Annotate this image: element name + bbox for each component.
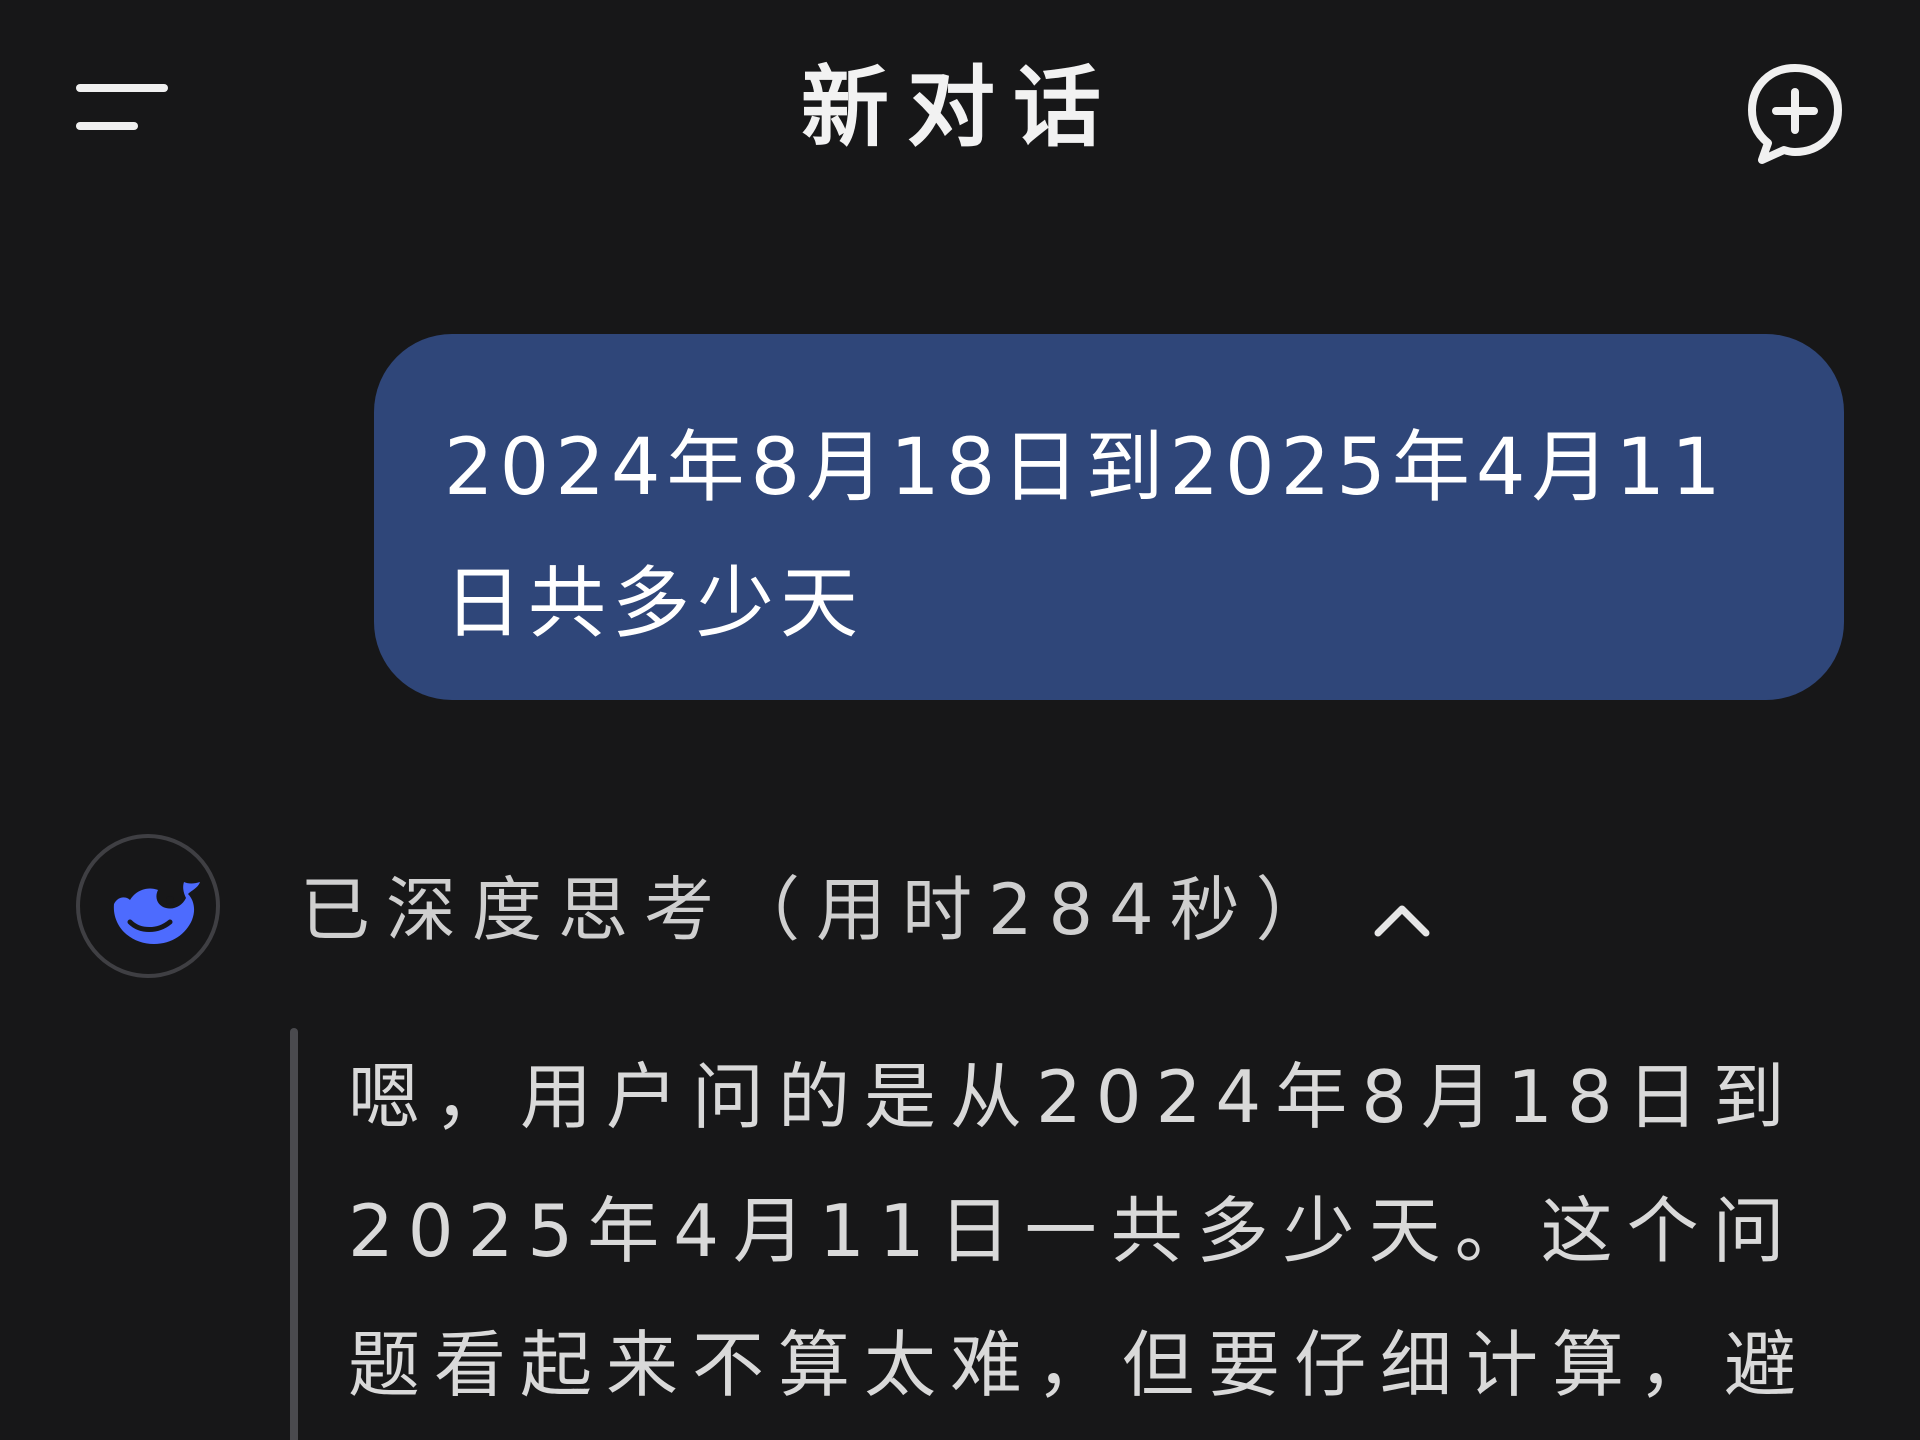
page-title: 新对话 [800,56,1119,159]
deepseek-whale-icon [113,882,200,944]
assistant-avatar [76,834,220,978]
new-chat-plus-icon[interactable] [1740,58,1850,168]
thinking-toggle[interactable]: 已深度思考（用时284秒） [300,860,1500,960]
top-bar: 新对话 [0,0,1920,220]
user-message-bubble[interactable]: 2024年8月18日到2025年4月11日共多少天 [374,334,1844,700]
thinking-quote-bar [290,1028,298,1440]
chevron-up-icon [1372,865,1432,965]
thinking-content: 嗯，用户问的是从2024年8月18日到2025年4月11日一共多少天。这个问题看… [348,1055,1811,1407]
thinking-label: 已深度思考（用时284秒） [300,869,1342,951]
menu-line-bottom [76,122,138,130]
menu-icon[interactable] [66,72,176,142]
chat-screen: 新对话 2024年8月18日到2025年4月11日共多少天 已深度思考（用时28… [0,0,1920,1440]
menu-line-top [76,84,168,92]
